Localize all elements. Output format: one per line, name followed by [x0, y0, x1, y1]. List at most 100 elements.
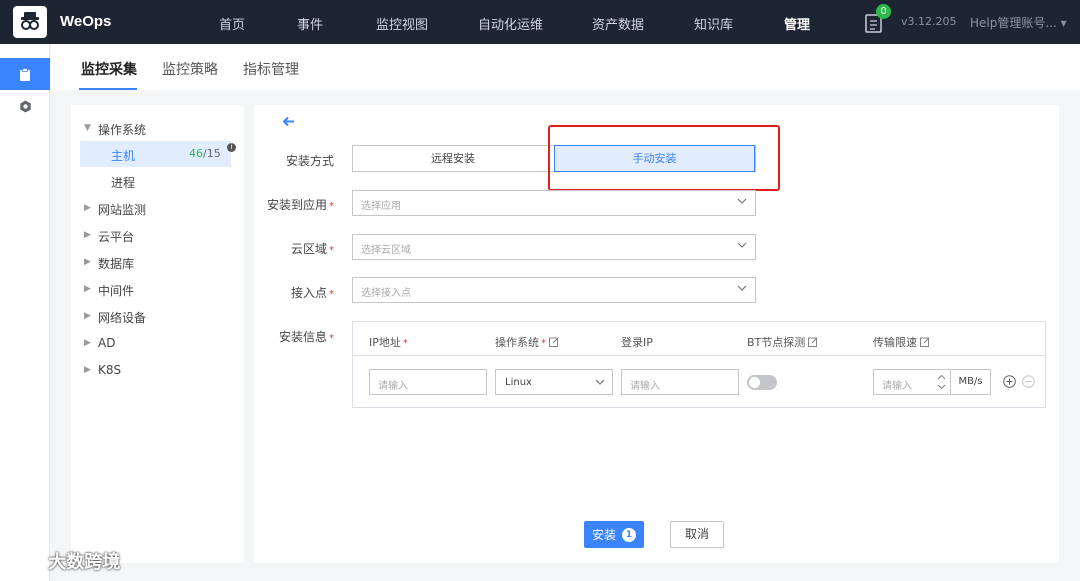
tab-monitor-policy[interactable]: 监控策略	[162, 59, 218, 79]
tree-item-ad[interactable]: ▶ AD	[71, 330, 244, 356]
nav-assets[interactable]: 资产数据	[592, 14, 644, 33]
install-form-panel: 安装方式 远程安装 手动安装 安装到应用 * 选择应用 云区域 * 选择云区域 接入…	[254, 105, 1059, 563]
col-ip-text: IP地址	[369, 336, 401, 349]
ip-input[interactable]: 请输入	[369, 369, 487, 395]
required-mark: *	[329, 201, 334, 212]
nav-automation[interactable]: 自动化运维	[478, 14, 543, 33]
col-bt-text: BT节点探测	[747, 336, 806, 349]
clipboard-icon	[20, 67, 30, 81]
nav-events[interactable]: 事件	[297, 14, 323, 33]
tree-item-os[interactable]: ▼ 操作系统	[71, 115, 244, 141]
chevron-down-icon	[737, 198, 747, 204]
required-mark: *	[329, 245, 334, 256]
edit-icon[interactable]	[920, 337, 930, 347]
tree-item-network[interactable]: ▶ 网络设备	[71, 303, 244, 329]
install-info-table: IP地址 * 操作系统 * 登录IP BT节点探测 传输限速 请输入 Linux 请…	[352, 321, 1046, 408]
tree-item-website[interactable]: ▶ 网站监测	[71, 195, 244, 221]
sub-header: 监控采集 监控策略 指标管理	[51, 44, 1080, 90]
gear-icon	[19, 100, 31, 112]
region-label-text: 云区域	[290, 242, 327, 256]
top-navbar: WeOps 首页 事件 监控视图 自动化运维 资产数据 知识库 管理 0 v3.…	[0, 0, 1080, 44]
os-value: Linux	[505, 377, 532, 388]
col-os-text: 操作系统	[495, 336, 539, 349]
add-row-icon[interactable]	[1003, 375, 1016, 388]
install-button[interactable]: 安装 1	[584, 521, 644, 548]
watermark-logo-icon	[9, 552, 37, 570]
weops-logo-icon[interactable]	[13, 6, 47, 38]
category-tree: ▼ 操作系统 主机 46/15 i 进程 ▶ 网站监测 ▶ 云平台 ▶ 数据库 …	[71, 105, 244, 563]
nav-monitor-view[interactable]: 监控视图	[376, 14, 428, 33]
left-rail	[0, 44, 50, 581]
install-count-badge: 1	[622, 527, 636, 542]
col-bt: BT节点探测	[747, 334, 818, 350]
login-ip-input[interactable]: 请输入	[621, 369, 739, 395]
os-select[interactable]: Linux	[495, 369, 613, 395]
caret-right-icon: ▶	[84, 338, 91, 348]
notification-badge: 0	[876, 4, 891, 19]
tree-item-label: 主机	[111, 149, 136, 163]
watermark: 大数跨境	[8, 548, 120, 574]
tree-item-database[interactable]: ▶ 数据库	[71, 249, 244, 275]
nav-manage[interactable]: 管理	[784, 14, 810, 33]
access-placeholder: 选择接入点	[361, 288, 411, 299]
app-label: 安装到应用 *	[254, 196, 334, 213]
host-count: 46/15	[189, 147, 221, 160]
remove-row-icon[interactable]	[1022, 375, 1035, 388]
app-select[interactable]: 选择应用	[352, 190, 756, 216]
tab-monitor-collect[interactable]: 监控采集	[81, 59, 137, 79]
edit-icon[interactable]	[549, 337, 559, 347]
version-label: v3.12.205	[901, 15, 957, 28]
cancel-button[interactable]: 取消	[670, 521, 724, 548]
install-mode-label: 安装方式	[285, 154, 334, 168]
col-os: 操作系统 *	[495, 334, 559, 350]
tree-item-label: 操作系统	[98, 123, 147, 137]
required-mark: *	[541, 338, 546, 349]
bt-toggle[interactable]	[747, 375, 777, 390]
back-arrow-icon[interactable]	[282, 115, 295, 131]
required-mark: *	[329, 333, 334, 344]
tree-item-label: 网站监测	[98, 203, 147, 217]
ip-placeholder: 请输入	[378, 381, 408, 392]
col-speed: 传输限速	[873, 334, 930, 350]
header-divider	[353, 355, 1045, 356]
app-placeholder: 选择应用	[361, 201, 401, 212]
user-menu[interactable]: Help管理账号... ▾	[970, 14, 1067, 31]
tree-item-middleware[interactable]: ▶ 中间件	[71, 276, 244, 302]
nav-home[interactable]: 首页	[219, 14, 245, 33]
tree-item-k8s[interactable]: ▶ K8S	[71, 357, 244, 383]
caret-down-icon: ▼	[84, 123, 91, 133]
tree-item-label: 中间件	[98, 284, 135, 298]
region-label: 云区域 *	[254, 240, 334, 257]
rail-settings[interactable]	[0, 90, 50, 122]
brand-name: WeOps	[60, 13, 112, 30]
rail-monitor-collect[interactable]	[0, 58, 50, 90]
chevron-down-icon	[595, 379, 605, 385]
info-icon[interactable]: i	[227, 143, 236, 152]
tree-item-label: AD	[98, 336, 116, 350]
access-point-select[interactable]: 选择接入点	[352, 277, 756, 303]
nav-knowledge[interactable]: 知识库	[694, 14, 733, 33]
caret-right-icon: ▶	[84, 284, 91, 294]
caret-right-icon: ▶	[84, 230, 91, 240]
remote-install-button[interactable]: 远程安装	[353, 146, 553, 171]
caret-right-icon: ▶	[84, 257, 91, 267]
region-select[interactable]: 选择云区域	[352, 234, 756, 260]
edit-icon[interactable]	[808, 337, 818, 347]
speed-unit: MB/s	[950, 369, 991, 395]
tree-item-label: 进程	[111, 176, 136, 190]
region-placeholder: 选择云区域	[361, 245, 411, 256]
tree-item-process[interactable]: 进程	[71, 168, 244, 194]
count-total: /15	[203, 147, 221, 160]
tab-metric-manage[interactable]: 指标管理	[243, 59, 299, 79]
speed-input[interactable]: 请输入	[873, 369, 951, 395]
stepper-arrows-icon[interactable]	[937, 373, 946, 391]
info-label-text: 安装信息	[278, 330, 327, 344]
tree-item-label: 云平台	[98, 230, 135, 244]
tree-item-host[interactable]: 主机 46/15 i	[80, 141, 236, 167]
caret-right-icon: ▶	[84, 365, 91, 375]
required-mark: *	[329, 289, 334, 300]
col-ip: IP地址 *	[369, 334, 408, 350]
watermark-text: 大数跨境	[48, 552, 121, 573]
required-mark: *	[402, 338, 408, 349]
tree-item-cloud[interactable]: ▶ 云平台	[71, 222, 244, 248]
